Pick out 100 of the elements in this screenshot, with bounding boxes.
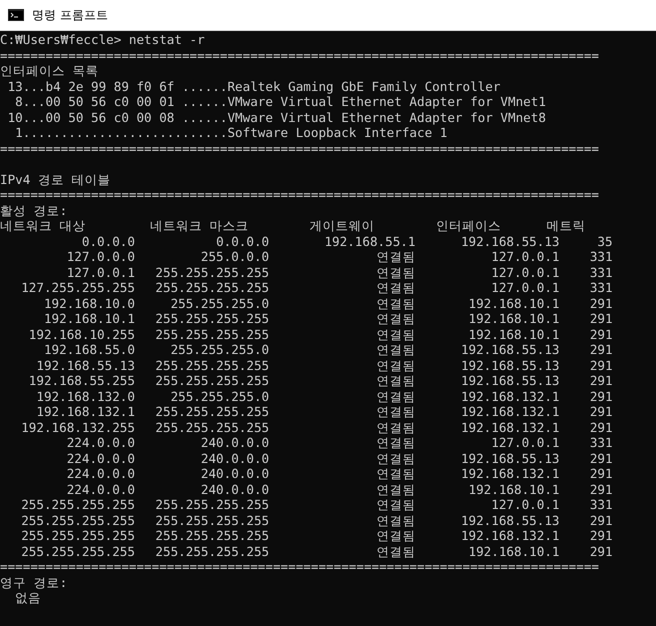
table-cell-text: 255.255.255.255	[154, 544, 270, 559]
table-cell-text: 192.168.132.1	[460, 528, 560, 544]
table-cell-text: 255.255.255.255	[20, 497, 135, 512]
table-cell-text: 255.255.255.255	[154, 512, 270, 528]
table-cell-text: 연결됨	[375, 482, 416, 497]
table-cell-text: 255.255.255.255	[154, 280, 270, 296]
table-cell-text: 255.255.255.255	[20, 512, 135, 528]
table-cell-text: 127.0.0.1	[490, 249, 560, 264]
table-cell-text: 192.168.132.255	[20, 420, 135, 435]
table-cell-text: 연결됨	[375, 435, 416, 450]
table-cell-text: 192.168.132.1	[460, 466, 560, 482]
column-header: 게이트웨이	[309, 218, 376, 234]
table-cell-text: 291	[588, 342, 613, 358]
table-cell-text: 연결됨	[375, 326, 416, 342]
window-title: 명령 프롬프트	[32, 6, 108, 24]
table-cell-text: 192.168.10.1	[468, 311, 560, 326]
table-cell-text: 291	[588, 388, 613, 404]
interface-entry: 10...00 50 56 c0 00 08 ......VMware Virtual Ethernet Adapter for VMnet8	[6, 110, 546, 125]
table-cell-text: 연결됨	[375, 450, 416, 466]
table-cell-text: 291	[588, 358, 613, 373]
table-cell-text: 255.255.255.255	[154, 311, 270, 326]
table-cell-text: 192.168.132.1	[460, 420, 560, 435]
table-cell-text: 291	[588, 420, 613, 435]
table-cell-text: 192.168.55.0	[42, 342, 135, 358]
table-cell-text: 연결됨	[375, 512, 416, 528]
table-cell-text: 192.168.132.1	[460, 404, 560, 420]
table-cell-text: 291	[588, 482, 613, 497]
table-cell-text: 255.255.255.255	[154, 497, 270, 512]
table-cell-text: 291	[588, 466, 613, 482]
table-cell-text: 291	[588, 373, 613, 388]
table-cell-text: 255.255.255.255	[154, 264, 270, 280]
table-cell-text: 192.168.10.1	[42, 311, 135, 326]
column-header: 네트워크 마스크	[150, 218, 250, 234]
table-cell-text: 240.0.0.0	[200, 435, 270, 450]
table-cell-text: 192.168.55.13	[460, 234, 560, 249]
table-cell-text: 연결됨	[375, 388, 416, 404]
table-cell-text: 255.255.255.255	[154, 358, 270, 373]
table-cell-text: 255.255.255.0	[170, 342, 270, 358]
table-cell-text: 291	[588, 404, 613, 420]
table-cell-text: 192.168.55.13	[35, 358, 135, 373]
table-cell-text: 192.168.55.1	[323, 234, 416, 249]
table-cell-text: 291	[588, 544, 613, 559]
table-cell-text: 127.0.0.1	[66, 264, 135, 280]
table-cell-text: 192.168.55.13	[460, 512, 560, 528]
table-cell-text: 127.0.0.1	[490, 497, 560, 512]
table-cell-text: 255.255.255.255	[154, 404, 270, 420]
table-cell-text: 331	[588, 280, 613, 296]
column-header: 인터페이스	[436, 218, 502, 234]
table-cell-text: 0.0.0.0	[80, 234, 135, 249]
table-cell-text: 255.255.255.255	[20, 544, 135, 559]
section-heading: IPv4 경로 테이블	[0, 172, 110, 187]
table-cell-text: 192.168.10.1	[468, 296, 560, 311]
separator-line: ===============================================================================	[0, 48, 599, 63]
table-cell-text: 연결됨	[375, 311, 416, 326]
table-cell-text: 연결됨	[375, 528, 416, 544]
separator-line: ===============================================================================	[0, 140, 599, 156]
table-cell-text: 255.255.255.255	[20, 528, 135, 544]
table-cell-text: 291	[588, 296, 613, 311]
table-cell-text: 127.0.0.1	[490, 280, 560, 296]
table-cell-text: 255.255.255.0	[170, 388, 270, 404]
table-cell-text: 255.255.255.255	[154, 420, 270, 435]
table-cell-text: 224.0.0.0	[66, 482, 135, 497]
table-cell-text: 연결됨	[375, 420, 416, 435]
table-cell-text: 331	[588, 497, 613, 512]
table-cell-text: 291	[588, 512, 613, 528]
table-cell-text: 331	[588, 435, 613, 450]
table-cell-text: 연결됨	[375, 280, 416, 296]
table-cell-text: 192.168.10.0	[42, 296, 135, 311]
table-cell-text: 연결됨	[375, 497, 416, 512]
interface-entry: 1...........................Software Loopback Interface 1	[14, 125, 448, 140]
table-cell-text: 연결됨	[375, 296, 416, 311]
table-cell-text: 255.255.255.0	[170, 296, 270, 311]
table-cell-text: 192.168.132.1	[35, 404, 135, 420]
table-cell-text: 127.0.0.1	[490, 435, 560, 450]
table-cell-text: 127.0.0.1	[490, 264, 560, 280]
route-value: 없음	[15, 590, 42, 606]
table-cell-text: 127.0.0.0	[66, 249, 135, 264]
table-cell-text: 연결됨	[375, 404, 416, 420]
table-cell-text: 192.168.10.1	[468, 544, 560, 559]
table-cell-text: 255.255.255.255	[154, 528, 270, 544]
table-cell-text: 255.0.0.0	[200, 249, 270, 264]
table-cell-text: 127.255.255.255	[20, 280, 135, 296]
section-heading: 영구 경로:	[0, 574, 68, 590]
command-line: C:₩Users₩feccle> netstat -r	[0, 32, 205, 48]
interface-entry: 13...b4 2e 99 89 f0 6f ......Realtek Gaming GbE Family Controller	[6, 78, 500, 94]
table-cell-text: 192.168.10.1	[468, 326, 560, 342]
table-cell-text: 331	[588, 264, 613, 280]
table-cell-text: 192.168.10.1	[468, 482, 560, 497]
table-cell-text: 240.0.0.0	[200, 466, 270, 482]
table-cell-text: 192.168.55.13	[460, 450, 560, 466]
table-cell-text: 291	[588, 450, 613, 466]
column-header: 네트워크 대상	[0, 218, 87, 234]
table-cell-text: 224.0.0.0	[66, 450, 135, 466]
table-cell-text: 192.168.132.1	[460, 388, 560, 404]
column-header: 메트릭	[546, 218, 586, 234]
separator-line: ===============================================================================	[0, 187, 599, 202]
table-cell-text: 192.168.10.255	[28, 326, 135, 342]
table-cell-text: 291	[588, 326, 613, 342]
table-cell-text: 연결됨	[375, 264, 416, 280]
table-cell-text: 192.168.55.13	[460, 373, 560, 388]
